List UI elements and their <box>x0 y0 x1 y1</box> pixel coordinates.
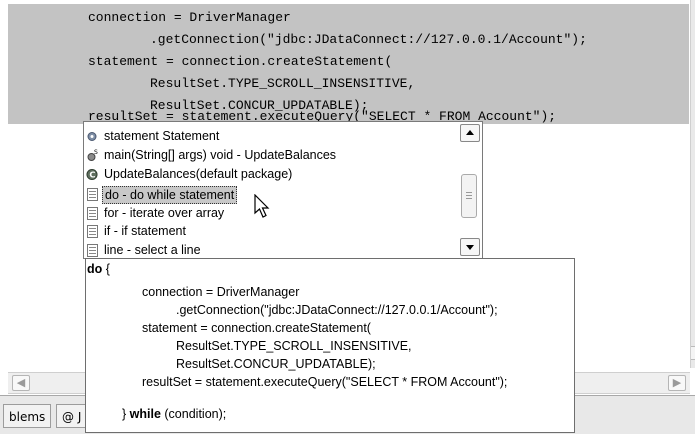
popup-scroll-thumb[interactable] <box>461 174 477 218</box>
template-preview-popup: do { connection = DriverManager .getConn… <box>85 258 575 433</box>
code-line-1: connection = DriverManager <box>88 10 291 25</box>
code-line-2: .getConnection("jdbc:JDataConnect://127.… <box>150 32 587 47</box>
template-icon <box>87 225 98 238</box>
editor-vertical-scrollbar[interactable] <box>690 0 695 368</box>
code-line-3: statement = connection.createStatement( <box>88 54 393 69</box>
scroll-up-button[interactable] <box>460 124 480 142</box>
static-method-icon: S <box>87 149 98 161</box>
scroll-right-icon[interactable]: ▶ <box>668 375 686 391</box>
tab-problems[interactable]: blems <box>3 404 52 428</box>
content-assist-popup: statement Statement S main(String[] args… <box>83 121 483 259</box>
mouse-cursor-icon <box>254 194 270 218</box>
preview-line-5: ResultSet.CONCUR_UPDATABLE); <box>176 357 376 371</box>
scroll-down-button[interactable] <box>460 238 480 256</box>
template-icon <box>87 244 98 257</box>
class-icon: C <box>86 168 98 181</box>
preview-line-while: } while (condition); <box>122 407 227 421</box>
preview-line-do: do { <box>87 262 110 276</box>
svg-text:S: S <box>94 149 98 156</box>
popup-scrollbar[interactable] <box>460 124 480 256</box>
field-icon <box>87 132 97 141</box>
while-keyword: while <box>129 407 161 421</box>
template-icon <box>87 207 98 220</box>
svg-text:C: C <box>89 170 95 180</box>
scroll-left-icon[interactable]: ◀ <box>12 375 30 391</box>
preview-line-1: connection = DriverManager <box>142 285 300 299</box>
code-line-4: ResultSet.TYPE_SCROLL_INSENSITIVE, <box>150 76 416 91</box>
preview-line-6: resultSet = statement.executeQuery("SELE… <box>142 375 508 389</box>
preview-line-3: statement = connection.createStatement( <box>142 321 371 335</box>
chevron-down-icon <box>466 245 474 250</box>
chevron-up-icon <box>466 130 474 135</box>
do-keyword: do <box>87 262 103 276</box>
preview-line-4: ResultSet.TYPE_SCROLL_INSENSITIVE, <box>176 339 412 353</box>
template-icon <box>87 188 98 201</box>
scroll-down-arrow-icon[interactable] <box>691 346 695 360</box>
preview-line-2: .getConnection("jdbc:JDataConnect://127.… <box>176 303 498 317</box>
